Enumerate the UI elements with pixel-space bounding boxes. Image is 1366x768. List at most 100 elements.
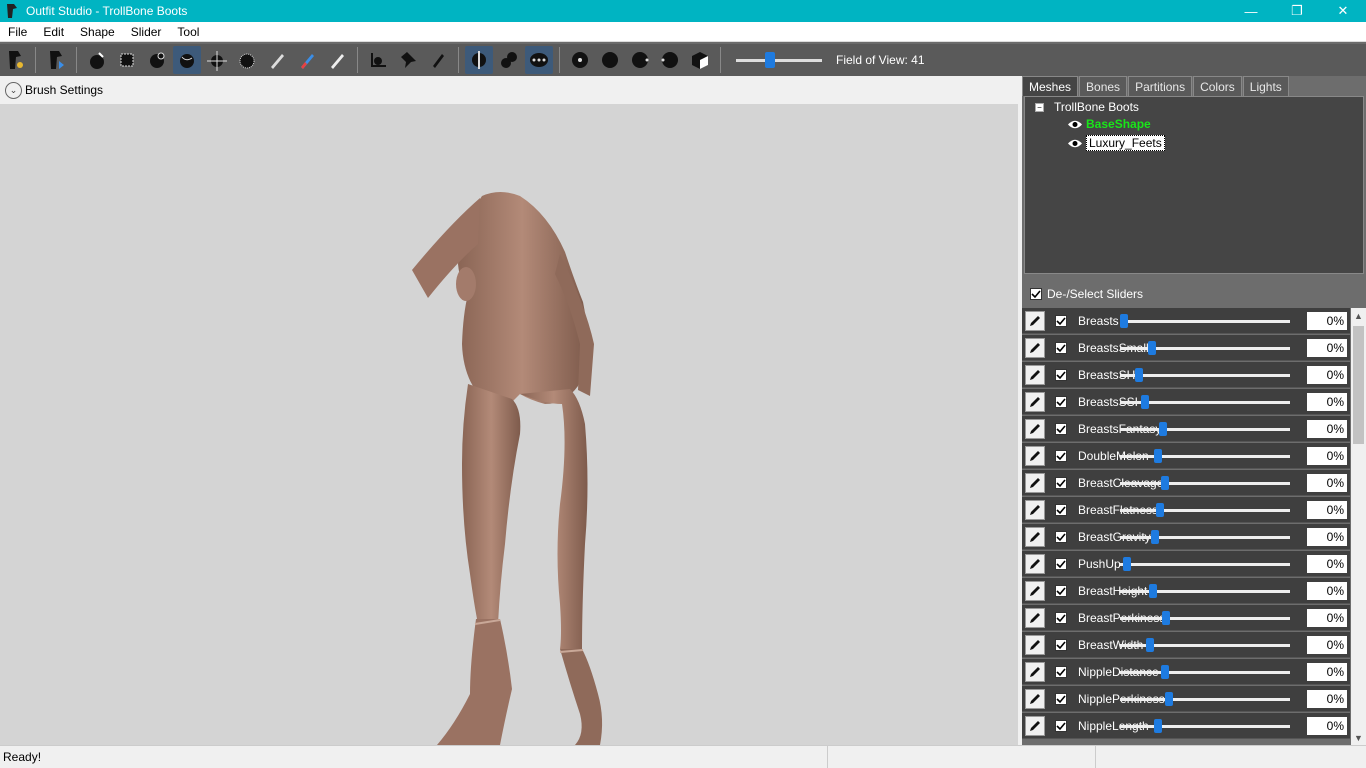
slider-thumb[interactable] <box>1145 638 1154 652</box>
pivot-button[interactable] <box>394 46 422 74</box>
slider-value-field[interactable]: 0% <box>1307 474 1347 492</box>
maximize-button[interactable]: ❐ <box>1274 0 1320 22</box>
slider-value-field[interactable]: 0% <box>1307 609 1347 627</box>
slider-checkbox[interactable] <box>1055 368 1067 381</box>
x-mirror-button[interactable] <box>465 46 493 74</box>
collapse-icon[interactable]: − <box>1035 102 1044 112</box>
brush-settings-bar[interactable]: ⌄ Brush Settings <box>0 76 1018 104</box>
slider-checkbox[interactable] <box>1055 476 1067 489</box>
slider-thumb[interactable] <box>1120 314 1128 328</box>
tree-root[interactable]: − TrollBone Boots <box>1035 100 1139 114</box>
edit-slider-button[interactable] <box>1025 472 1045 493</box>
smooth-brush-button[interactable] <box>233 46 261 74</box>
slider-value-field[interactable]: 0% <box>1307 420 1347 438</box>
slider-thumb[interactable] <box>1160 476 1169 490</box>
slider-track[interactable] <box>1120 320 1290 323</box>
menu-edit[interactable]: Edit <box>35 25 72 39</box>
slider-thumb[interactable] <box>1160 665 1169 679</box>
deselect-sliders-checkbox[interactable] <box>1030 288 1042 300</box>
eye-icon[interactable] <box>1067 119 1083 130</box>
tab-partitions[interactable]: Partitions <box>1128 76 1193 96</box>
edit-slider-button[interactable] <box>1025 580 1045 601</box>
mesh-item-baseshape[interactable]: BaseShape <box>1067 117 1151 131</box>
slider-checkbox[interactable] <box>1055 665 1067 678</box>
slider-track[interactable] <box>1120 698 1290 701</box>
slider-checkbox[interactable] <box>1055 692 1067 705</box>
slider-checkbox[interactable] <box>1055 314 1067 327</box>
view-front-button[interactable] <box>566 46 594 74</box>
slider-thumb[interactable] <box>1149 584 1158 598</box>
slider-value-field[interactable]: 0% <box>1307 312 1347 330</box>
slider-value-field[interactable]: 0% <box>1307 339 1347 357</box>
fov-slider[interactable] <box>736 50 822 70</box>
fov-slider-thumb[interactable] <box>765 52 776 68</box>
transform-button[interactable] <box>364 46 392 74</box>
load-project-button[interactable] <box>42 46 70 74</box>
slider-checkbox[interactable] <box>1055 557 1067 570</box>
slider-thumb[interactable] <box>1158 422 1167 436</box>
slider-checkbox[interactable] <box>1055 449 1067 462</box>
slider-value-field[interactable]: 0% <box>1307 717 1347 735</box>
slider-checkbox[interactable] <box>1055 638 1067 651</box>
perspective-button[interactable] <box>686 46 714 74</box>
slider-thumb[interactable] <box>1123 557 1132 571</box>
slider-value-field[interactable]: 0% <box>1307 366 1347 384</box>
edit-slider-button[interactable] <box>1025 526 1045 547</box>
edit-slider-button[interactable] <box>1025 607 1045 628</box>
edit-slider-button[interactable] <box>1025 688 1045 709</box>
slider-checkbox[interactable] <box>1055 503 1067 516</box>
tab-lights[interactable]: Lights <box>1242 76 1289 96</box>
edit-slider-button[interactable] <box>1025 310 1045 331</box>
slider-checkbox[interactable] <box>1055 584 1067 597</box>
slider-track[interactable] <box>1120 509 1290 512</box>
undiff-brush-button[interactable] <box>263 46 291 74</box>
slider-value-field[interactable]: 0% <box>1307 501 1347 519</box>
new-project-button[interactable] <box>1 46 29 74</box>
slider-thumb[interactable] <box>1154 719 1163 733</box>
tab-meshes[interactable]: Meshes <box>1022 76 1079 96</box>
vertex-edit-button[interactable] <box>424 46 452 74</box>
slider-track[interactable] <box>1120 536 1290 539</box>
slider-thumb[interactable] <box>1162 611 1171 625</box>
menu-tool[interactable]: Tool <box>169 25 207 39</box>
mesh-item-luxury-feets[interactable]: Luxury_Feets <box>1067 135 1165 151</box>
mesh-tree[interactable]: − TrollBone Boots BaseShape Luxury_Feets <box>1024 96 1364 274</box>
edit-slider-button[interactable] <box>1025 418 1045 439</box>
tab-bones[interactable]: Bones <box>1079 76 1128 96</box>
edit-slider-button[interactable] <box>1025 553 1045 574</box>
slider-thumb[interactable] <box>1165 692 1174 706</box>
edit-slider-button[interactable] <box>1025 499 1045 520</box>
edit-slider-button[interactable] <box>1025 715 1045 736</box>
menu-file[interactable]: File <box>0 25 35 39</box>
global-brush-button[interactable] <box>525 46 553 74</box>
slider-track[interactable] <box>1120 590 1290 593</box>
edit-slider-button[interactable] <box>1025 391 1045 412</box>
edit-slider-button[interactable] <box>1025 661 1045 682</box>
deselect-sliders-row[interactable]: De-/Select Sliders <box>1022 282 1366 306</box>
slider-checkbox[interactable] <box>1055 341 1067 354</box>
3d-viewport[interactable] <box>0 104 1018 745</box>
slider-track[interactable] <box>1120 347 1290 350</box>
scrollbar-thumb[interactable] <box>1353 326 1364 444</box>
slider-track[interactable] <box>1120 725 1290 728</box>
select-brush-button[interactable] <box>83 46 111 74</box>
slider-track[interactable] <box>1120 617 1290 620</box>
menu-slider[interactable]: Slider <box>123 25 170 39</box>
slider-value-field[interactable]: 0% <box>1307 555 1347 573</box>
close-button[interactable]: ✕ <box>1320 0 1366 22</box>
edit-slider-button[interactable] <box>1025 337 1045 358</box>
slider-track[interactable] <box>1120 455 1290 458</box>
slider-track[interactable] <box>1120 482 1290 485</box>
view-back-button[interactable] <box>596 46 624 74</box>
slider-value-field[interactable]: 0% <box>1307 447 1347 465</box>
slider-value-field[interactable]: 0% <box>1307 528 1347 546</box>
slider-checkbox[interactable] <box>1055 530 1067 543</box>
scroll-down-icon[interactable]: ▼ <box>1351 730 1366 745</box>
slider-value-field[interactable]: 0% <box>1307 690 1347 708</box>
slider-scrollbar[interactable]: ▲ ▼ <box>1351 308 1366 745</box>
slider-track[interactable] <box>1120 428 1290 431</box>
slider-thumb[interactable] <box>1141 395 1150 409</box>
chevron-down-icon[interactable]: ⌄ <box>5 81 22 99</box>
slider-track[interactable] <box>1120 671 1290 674</box>
view-right-button[interactable] <box>656 46 684 74</box>
